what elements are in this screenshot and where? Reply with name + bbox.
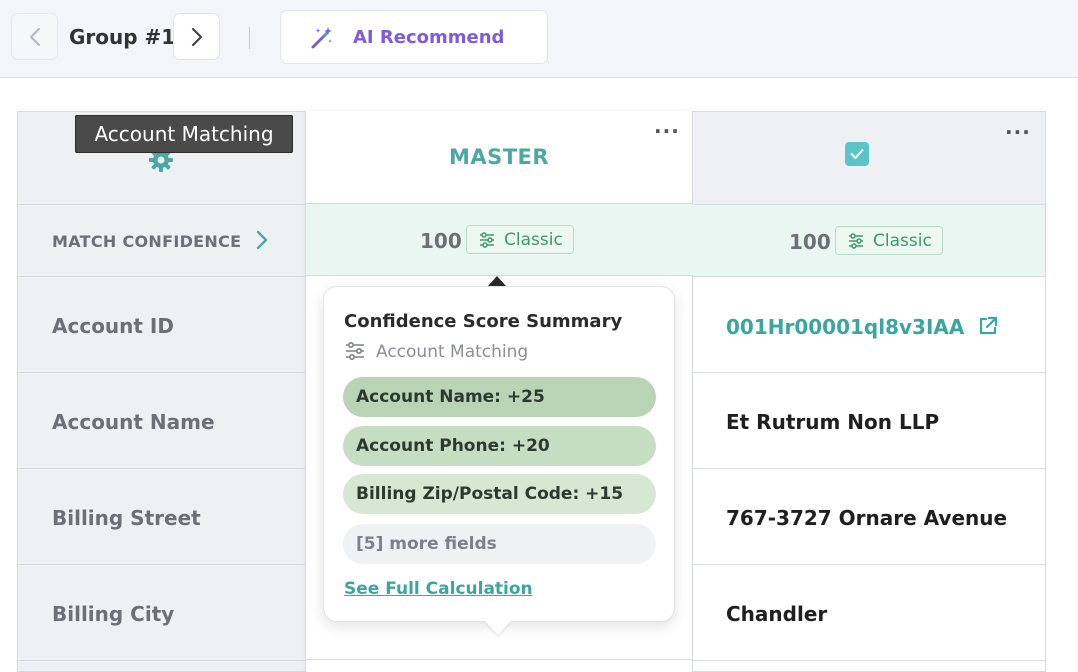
row-label-billing-city: Billing City [52,602,175,626]
account-name-value: Et Rutrum Non LLP [726,410,940,434]
record-classic-label: Classic [873,230,932,251]
master-classic-label: Classic [504,229,563,250]
billing-street-value: 767-3727 Ornare Avenue [726,506,1008,530]
chevron-left-icon [29,27,40,46]
chevron-right-icon[interactable] [256,230,268,250]
sliders-icon [346,342,364,360]
popover-title: Confidence Score Summary [344,311,623,332]
row-divider [693,204,1045,205]
record-select-checkbox[interactable] [845,142,869,166]
sliders-icon [480,231,494,248]
account-matching-tooltip: Account Matching [75,115,293,153]
score-item-account-phone: Account Phone: +20 [343,426,656,466]
group-label: Group #1 [69,25,176,49]
master-menu-button[interactable]: ··· [654,119,680,143]
master-classic-badge[interactable]: Classic [466,225,574,254]
row-divider [18,564,307,565]
record-column: ··· 100 Classic 001Hr00001ql8v3IAA Et Ru… [693,111,1046,672]
record-classic-badge[interactable]: Classic [835,226,943,255]
field-label-column: MATCH CONFIDENCE Account ID Account Name… [17,111,307,672]
row-divider [693,372,1045,373]
sliders-icon [849,232,863,249]
popover-pointer [488,276,506,286]
billing-city-value: Chandler [726,602,828,626]
master-title: MASTER [448,145,550,169]
record-menu-button[interactable]: ··· [1005,120,1031,144]
record-score: 100 [789,230,831,254]
checkbox-checked-icon [850,149,864,159]
confidence-score-popover: Confidence Score Summary Account Matchin… [323,286,675,622]
row-label-billing-street: Billing Street [52,506,201,530]
toolbar-divider [249,27,250,49]
next-group-button[interactable] [173,13,220,60]
row-divider [693,276,1045,277]
chevron-right-icon [191,27,202,46]
master-score: 100 [420,229,462,253]
row-divider [18,204,307,205]
account-id-value[interactable]: 001Hr00001ql8v3IAA [726,315,964,339]
popover-subtitle: Account Matching [376,342,529,362]
see-full-calculation-link[interactable]: See Full Calculation [344,579,533,599]
row-label-account-id: Account ID [52,314,174,338]
match-confidence-label: MATCH CONFIDENCE [52,232,242,251]
previous-group-button[interactable] [11,13,58,60]
account-id-link[interactable]: 001Hr00001ql8v3IAA [726,315,999,339]
row-divider [18,372,307,373]
row-divider [693,564,1045,565]
external-link-icon[interactable] [977,315,999,337]
row-divider [693,468,1045,469]
row-divider [18,468,307,469]
magic-wand-icon [311,27,332,49]
ai-recommend-button[interactable]: AI Recommend [280,10,548,64]
toolbar: Group #1 AI Recommend [0,0,1078,78]
ai-recommend-label: AI Recommend [353,27,505,48]
row-divider [306,659,693,660]
row-divider [18,660,307,661]
row-divider [693,660,1045,661]
row-divider [306,203,693,204]
row-divider [18,276,307,277]
record-header [693,112,1045,205]
row-label-account-name: Account Name [52,410,215,434]
score-item-billing-zip: Billing Zip/Postal Code: +15 [343,474,656,514]
more-fields-item[interactable]: [5] more fields [343,524,656,564]
popover-tail [485,621,511,635]
score-item-account-name: Account Name: +25 [343,377,656,417]
